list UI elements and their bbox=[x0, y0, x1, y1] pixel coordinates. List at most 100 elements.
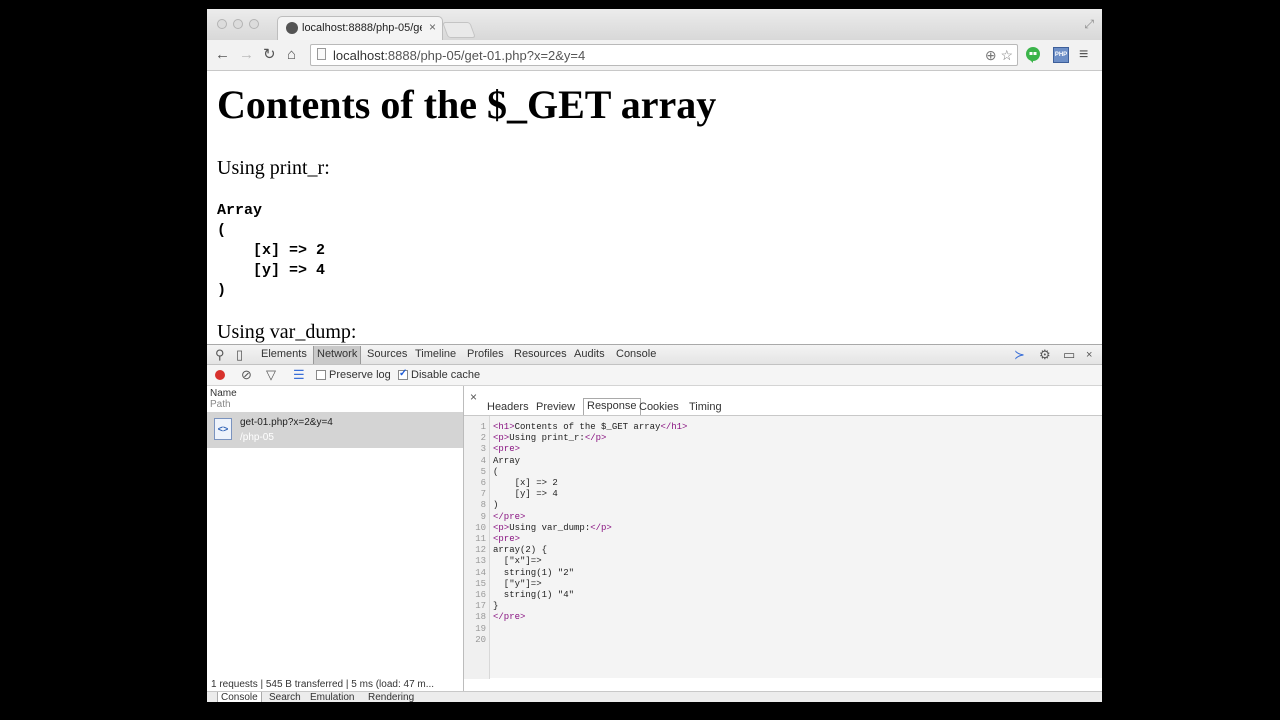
preserve-log-label: Preserve log bbox=[329, 369, 391, 381]
line-text: ["y"]=> bbox=[493, 578, 542, 589]
detail-tab-bar: Headers Preview Response Cookies Timing bbox=[464, 396, 1102, 415]
browser-tab[interactable]: localhost:8888/php-05/get × bbox=[277, 16, 443, 40]
network-status-bar: 1 requests | 545 B transferred | 5 ms (l… bbox=[207, 678, 464, 691]
menu-icon[interactable]: ≡ bbox=[1079, 46, 1088, 64]
line-number: 20 bbox=[475, 634, 486, 645]
tab-network[interactable]: Network bbox=[313, 346, 362, 364]
disable-cache-checkbox[interactable] bbox=[398, 368, 408, 380]
zoom-window-button[interactable] bbox=[249, 19, 259, 29]
line-text: <p>Using var_dump:</p> bbox=[493, 522, 612, 533]
tab-timing[interactable]: Timing bbox=[689, 401, 722, 413]
browser-window: localhost:8888/php-05/get × ⤢ ← → ↻ ⌂ lo… bbox=[207, 9, 1102, 702]
request-row[interactable]: <> get-01.php?x=2&y=4 /php-05 bbox=[207, 412, 463, 448]
disable-cache-label: Disable cache bbox=[411, 369, 481, 381]
record-icon[interactable] bbox=[215, 370, 225, 380]
html-document-icon: <> bbox=[214, 418, 232, 440]
drawer-tab-search[interactable]: Search bbox=[269, 692, 301, 702]
drawer-tab-console[interactable]: Console bbox=[217, 692, 262, 702]
line-text: string(1) "2" bbox=[493, 567, 575, 578]
line-number: 3 bbox=[480, 444, 486, 455]
tab-response[interactable]: Response bbox=[583, 398, 641, 415]
clear-icon[interactable]: ⊘ bbox=[241, 367, 252, 383]
tab-timeline[interactable]: Timeline bbox=[415, 348, 456, 360]
line-number: 14 bbox=[475, 567, 486, 578]
browser-toolbar: ← → ↻ ⌂ localhost:8888/php-05/get-01.php… bbox=[207, 40, 1102, 71]
line-number: 11 bbox=[475, 534, 486, 544]
line-text: ) bbox=[493, 500, 499, 511]
line-text: <h1>Contents of the $_GET array</h1> bbox=[493, 422, 688, 432]
tab-audits[interactable]: Audits bbox=[574, 348, 605, 360]
response-source-view[interactable]: 1 <h1>Contents of the $_GET array</h1> 2 <p… bbox=[464, 415, 1102, 679]
device-mode-icon[interactable]: ▯ bbox=[236, 347, 243, 363]
tab-resources[interactable]: Resources bbox=[514, 348, 567, 360]
fullscreen-icon[interactable]: ⤢ bbox=[1084, 17, 1094, 32]
line-number: 6 bbox=[480, 478, 486, 488]
line-text: } bbox=[493, 601, 499, 612]
hangouts-icon[interactable] bbox=[1025, 47, 1041, 63]
print-r-output: Array ( [x] => 2 [y] => 4 ) bbox=[217, 202, 326, 299]
tab-preview[interactable]: Preview bbox=[536, 401, 575, 413]
drawer-tab-rendering[interactable]: Rendering bbox=[368, 692, 414, 702]
line-number: 12 bbox=[475, 545, 486, 556]
address-bar[interactable]: localhost:8888/php-05/get-01.php?x=2&y=4… bbox=[310, 44, 1018, 66]
path-column-header: Path bbox=[210, 399, 231, 410]
tab-sources[interactable]: Sources bbox=[367, 348, 407, 360]
line-text: <p>Using print_r:</p> bbox=[493, 433, 607, 444]
var-dump-label: Using var_dump: bbox=[217, 321, 357, 343]
url-text: localhost:8888/php-05/get-01.php?x=2&y=4 bbox=[333, 48, 586, 63]
line-text: <pre> bbox=[493, 444, 521, 455]
new-tab-button[interactable] bbox=[442, 22, 476, 38]
line-text: Array bbox=[493, 455, 521, 466]
home-icon[interactable]: ⌂ bbox=[287, 46, 296, 64]
dock-side-icon[interactable]: ▭ bbox=[1063, 347, 1075, 363]
page-content: Contents of the $_GET array Using print_… bbox=[207, 71, 1102, 344]
tab-elements[interactable]: Elements bbox=[261, 348, 307, 360]
favicon-icon bbox=[286, 22, 298, 34]
drawer-tab-emulation[interactable]: Emulation bbox=[310, 692, 354, 702]
line-number: 4 bbox=[480, 455, 486, 466]
list-view-icon[interactable]: ☰ bbox=[293, 367, 305, 383]
minimize-window-button[interactable] bbox=[233, 19, 243, 29]
request-list-panel: Name Path <> get-01.php?x=2&y=4 /php-05 bbox=[207, 386, 464, 678]
line-number: 10 bbox=[475, 522, 486, 533]
column-header[interactable]: Name Path bbox=[210, 388, 237, 410]
inspect-search-icon[interactable]: ⚲ bbox=[215, 347, 225, 363]
zoom-icon[interactable]: ⊕ bbox=[985, 47, 997, 63]
zoom-and-bookmark-icons[interactable]: ⊕ ☆ bbox=[985, 47, 1013, 64]
line-number: 8 bbox=[480, 500, 486, 511]
close-window-button[interactable] bbox=[217, 19, 227, 29]
tab-profiles[interactable]: Profiles bbox=[467, 348, 504, 360]
filter-icon[interactable]: ▽ bbox=[266, 367, 276, 383]
tab-cookies[interactable]: Cookies bbox=[639, 401, 679, 413]
tab-title: localhost:8888/php-05/get bbox=[302, 22, 422, 34]
php-extension-icon[interactable]: PHP bbox=[1053, 47, 1069, 63]
line-number: 16 bbox=[475, 590, 486, 600]
forward-arrow-icon[interactable]: → bbox=[239, 46, 254, 64]
tab-console[interactable]: Console bbox=[616, 348, 656, 360]
print-r-label: Using print_r: bbox=[217, 157, 330, 179]
line-text: string(1) "4" bbox=[493, 590, 575, 600]
line-number: 18 bbox=[475, 612, 486, 623]
line-number: 2 bbox=[480, 433, 486, 444]
request-path: /php-05 bbox=[240, 432, 274, 443]
tab-close-icon[interactable]: × bbox=[429, 21, 436, 33]
drawer-tab-bar: Console Search Emulation Rendering bbox=[207, 691, 1102, 702]
back-arrow-icon[interactable]: ← bbox=[215, 46, 230, 64]
gear-icon[interactable]: ⚙ bbox=[1039, 347, 1051, 363]
page-heading: Contents of the $_GET array bbox=[217, 82, 717, 127]
reload-icon[interactable]: ↻ bbox=[263, 46, 276, 64]
tab-headers[interactable]: Headers bbox=[487, 401, 529, 413]
line-number: 7 bbox=[480, 489, 486, 500]
devtools-tab-bar: ⚲ ▯ Elements Network Sources Timeline Pr… bbox=[207, 345, 1102, 365]
bookmark-star-icon[interactable]: ☆ bbox=[1000, 47, 1013, 63]
devtools-panel: ⚲ ▯ Elements Network Sources Timeline Pr… bbox=[207, 344, 1102, 702]
line-number: 13 bbox=[475, 556, 486, 567]
request-name: get-01.php?x=2&y=4 bbox=[240, 417, 333, 428]
title-bar: localhost:8888/php-05/get × ⤢ bbox=[207, 9, 1102, 40]
preserve-log-checkbox[interactable] bbox=[316, 370, 326, 380]
drawer-toggle-icon[interactable]: ≻ bbox=[1014, 347, 1025, 363]
close-devtools-icon[interactable]: × bbox=[1086, 347, 1092, 363]
page-icon bbox=[317, 48, 326, 60]
line-number: 17 bbox=[475, 601, 486, 612]
line-text: array(2) { bbox=[493, 545, 548, 556]
